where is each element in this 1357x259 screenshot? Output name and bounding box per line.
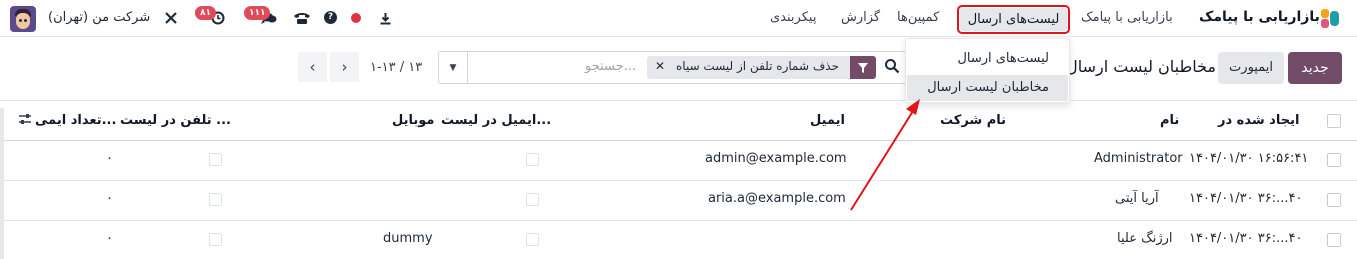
cell-mobile: dummy [383, 231, 433, 246]
column-email-count[interactable]: تعداد ایمی... [35, 113, 116, 128]
column-mobile[interactable]: موبایل [392, 113, 434, 128]
cell-name: آریا آیتی [1115, 191, 1159, 206]
dropdown-item-mailing-lists[interactable]: لیست‌های ارسال [957, 51, 1049, 66]
facet-label: حذف شماره تلفن از لیست سیاه [676, 59, 839, 73]
phone-blacklist-checkbox [209, 153, 222, 166]
pager-value[interactable]: ۱-۱۳ / ۱۳ [370, 60, 422, 75]
cell-email-count: ۰ [106, 151, 113, 166]
messages-badge: ۱۱۱ [244, 6, 271, 20]
pager-next-button[interactable]: › [330, 52, 359, 82]
app-name[interactable]: بازاریابی با پیامک [1199, 9, 1320, 25]
email-blacklist-checkbox [526, 193, 539, 206]
column-email-blacklist[interactable]: ایمیل در لیست... [441, 113, 551, 128]
cell-created-on: ۱۴۰۴/۰۱/۳۰ ۱۶:۵۶:۴۱ [1189, 151, 1309, 166]
page-title: مخاطبان لیست ارسال [1070, 57, 1216, 76]
cell-email: aria.a@example.com [708, 191, 846, 206]
avatar[interactable] [10, 6, 36, 32]
cell-name: ارژنگ علیا [1117, 231, 1173, 246]
help-icon[interactable]: ? [324, 11, 337, 24]
column-created-on[interactable]: ایجاد شده در [1218, 113, 1299, 128]
company-switcher[interactable]: شرکت من (تهران) [48, 10, 150, 25]
search-options-toggle[interactable]: ▼ [439, 52, 468, 83]
select-all-checkbox[interactable] [1327, 114, 1341, 128]
email-blacklist-checkbox [526, 233, 539, 246]
search-icon[interactable] [884, 58, 900, 74]
column-settings-icon[interactable] [18, 112, 32, 126]
column-company-name[interactable]: نام شرکت [940, 113, 1006, 128]
email-blacklist-checkbox [526, 153, 539, 166]
menu-reporting[interactable]: گزارش [841, 10, 880, 25]
cell-created-on: ۱۴۰۴/۰۱/۳۰ ۳۶:...۴۰ [1189, 231, 1303, 246]
phone-icon[interactable] [292, 10, 312, 26]
cell-email-count: ۰ [106, 191, 113, 206]
filter-icon [850, 56, 876, 79]
menu-campaigns[interactable]: کمپین‌ها [897, 10, 939, 25]
menu-mailing-lists[interactable]: لیست‌های ارسال [957, 5, 1070, 34]
row-checkbox[interactable] [1327, 153, 1341, 167]
cell-email-count: ۰ [106, 231, 113, 246]
cell-created-on: ۱۴۰۴/۰۱/۳۰ ۳۶:...۴۰ [1189, 191, 1303, 206]
cell-name: Administrator [1094, 151, 1183, 166]
row-checkbox[interactable] [1327, 193, 1341, 207]
menu-configuration[interactable]: پیکربندی [770, 10, 816, 25]
facet-remove-icon[interactable]: ✕ [655, 59, 665, 73]
debug-tools-icon[interactable] [163, 10, 179, 26]
row-checkbox[interactable] [1327, 233, 1341, 247]
search-input[interactable]: جستجو... [585, 59, 636, 74]
menu-sms-marketing[interactable]: بازاریابی با پیامک [1081, 10, 1173, 25]
dropdown-item-mailing-list-contacts[interactable]: مخاطبان لیست ارسال [907, 75, 1068, 101]
sms-marketing-app-icon[interactable] [1321, 9, 1341, 29]
cell-email: admin@example.com [705, 151, 847, 166]
activities-badge: ۸۱ [195, 6, 216, 20]
download-icon[interactable] [378, 10, 392, 26]
pager-previous-button[interactable]: ‹ [298, 52, 327, 82]
mailing-lists-dropdown: لیست‌های ارسال مخاطبان لیست ارسال [905, 38, 1070, 103]
column-phone-blacklist[interactable]: تلفن در لیست ... [120, 113, 231, 128]
top-navbar: بازاریابی با پیامک بازاریابی با پیامک لی… [0, 0, 1357, 37]
record-icon[interactable] [351, 13, 361, 23]
column-name[interactable]: نام [1160, 113, 1179, 128]
import-button[interactable]: ایمپورت [1218, 52, 1284, 84]
phone-blacklist-checkbox [209, 193, 222, 206]
new-button[interactable]: جدید [1288, 52, 1342, 84]
phone-blacklist-checkbox [209, 233, 222, 246]
column-email[interactable]: ایمیل [810, 113, 845, 128]
